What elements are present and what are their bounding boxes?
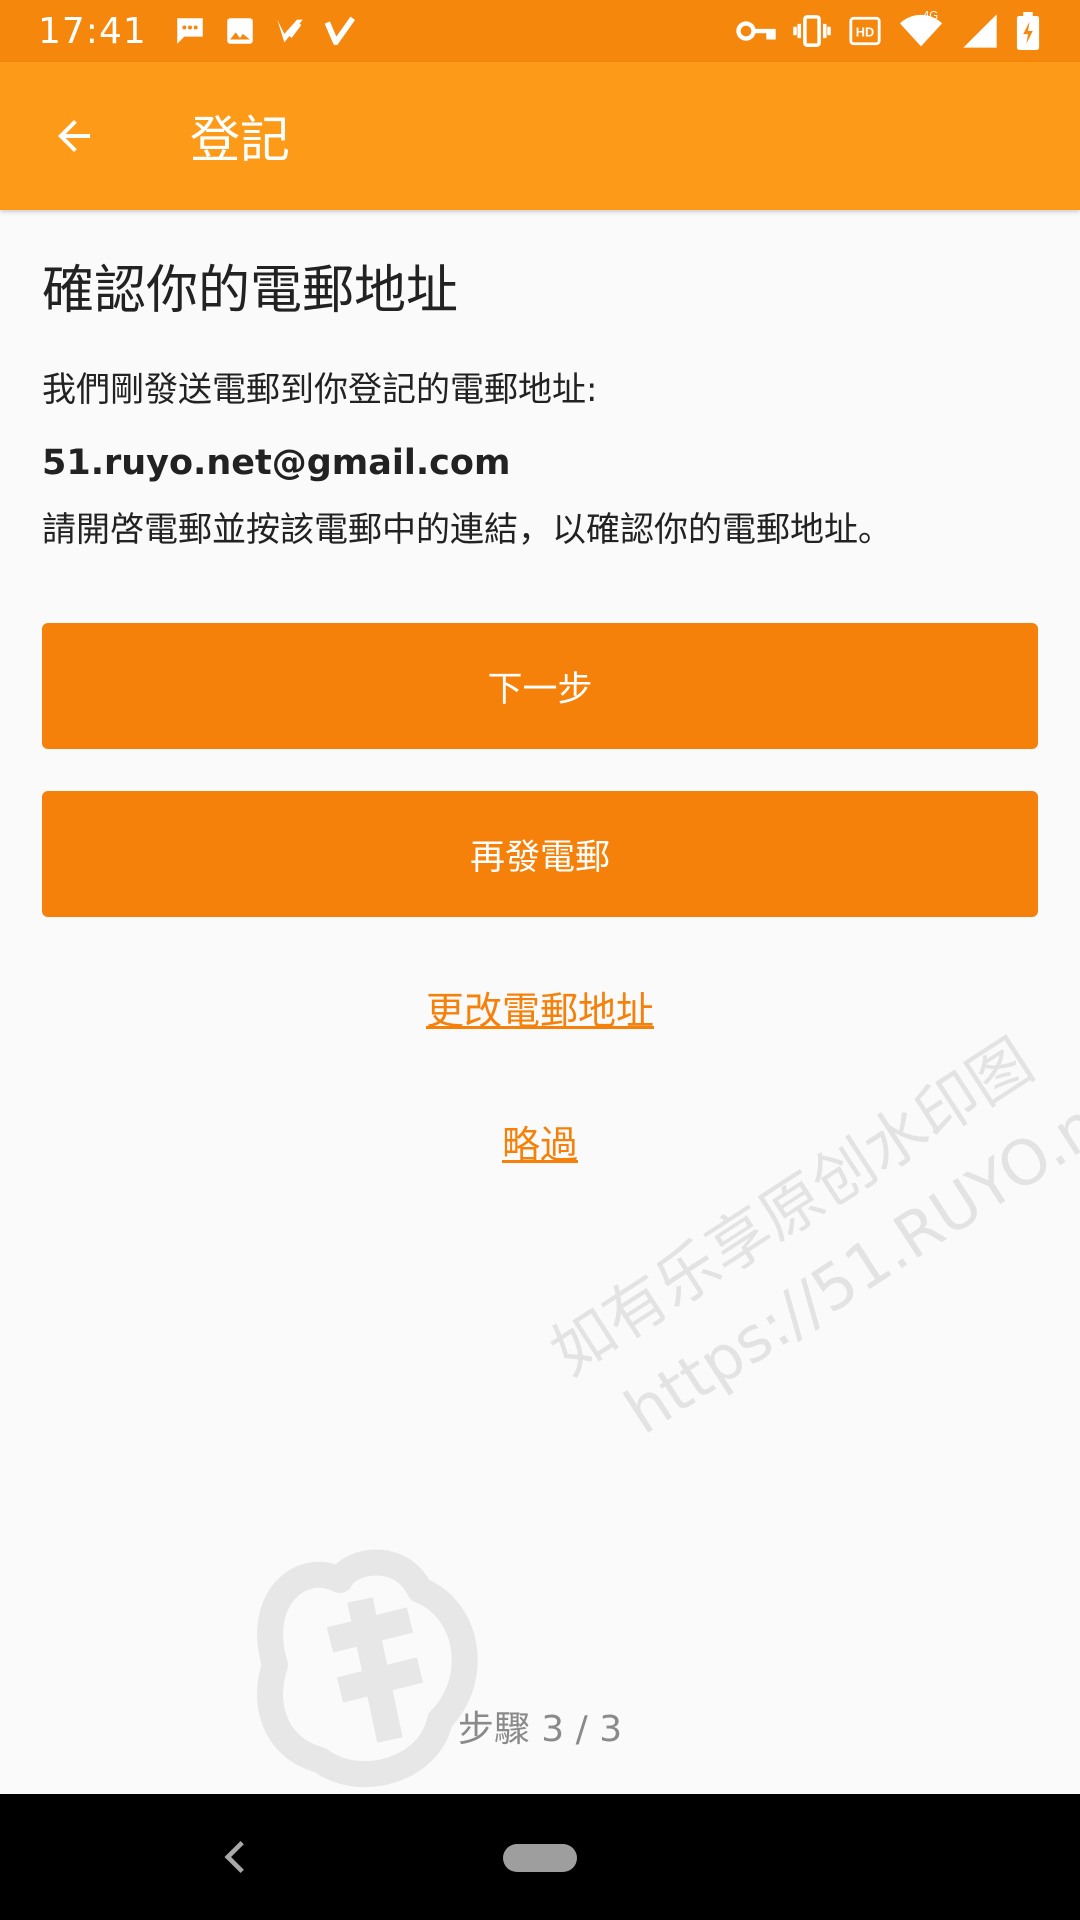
sent-message: 我們剛發送電郵到你登記的電郵地址:	[42, 370, 598, 411]
step-indicator: 步驟 3 / 3	[457, 1709, 623, 1750]
check-app-icon	[273, 14, 307, 48]
hd-icon: HD	[848, 14, 882, 48]
vpn-key-icon	[736, 16, 776, 46]
screen: 17:41 HD 4G 登記 確認你的電郵地址 我們剛發送電郵到你登記的電郵地址…	[0, 0, 1080, 1920]
hd-label: HD	[856, 25, 874, 40]
navigation-bar	[0, 1794, 1080, 1920]
nav-back-button[interactable]	[210, 1830, 260, 1884]
v-app-icon	[323, 14, 357, 48]
battery-charging-icon	[1016, 12, 1040, 50]
content: 確認你的電郵地址 我們剛發送電郵到你登記的電郵地址: 51.ruyo.net@g…	[42, 210, 1038, 552]
app-title: 登記	[190, 111, 290, 169]
watermark-line1: 如有乐享原创水印图	[538, 1024, 1046, 1389]
skip-link[interactable]: 略過	[0, 1114, 1080, 1169]
resend-email-button[interactable]: 再發電郵	[42, 791, 1038, 917]
instruction-text: 請開啓電郵並按該電郵中的連結，以確認你的電郵地址。	[42, 510, 892, 551]
email-address: 51.ruyo.net@gmail.com	[42, 442, 511, 483]
network-label: 4G	[923, 11, 938, 23]
page-heading: 確認你的電郵地址	[42, 261, 459, 321]
status-right: HD 4G	[720, 8, 1040, 54]
status-time: 17:41	[38, 10, 147, 52]
wifi-icon: 4G	[898, 8, 944, 54]
status-left: 17:41	[38, 11, 373, 52]
change-email-link[interactable]: 更改電郵地址	[0, 980, 1080, 1035]
message-icon	[173, 14, 207, 48]
vibrate-icon	[792, 14, 832, 48]
image-icon	[223, 14, 257, 48]
nav-back-icon	[224, 1840, 244, 1874]
arrow-back-icon	[58, 120, 90, 152]
nav-home-pill[interactable]	[503, 1844, 577, 1872]
app-bar: 登記	[0, 62, 1080, 210]
next-button[interactable]: 下一步	[42, 623, 1038, 749]
status-bar: 17:41 HD 4G	[0, 0, 1080, 62]
back-button[interactable]	[0, 62, 148, 210]
signal-icon	[960, 11, 1000, 51]
